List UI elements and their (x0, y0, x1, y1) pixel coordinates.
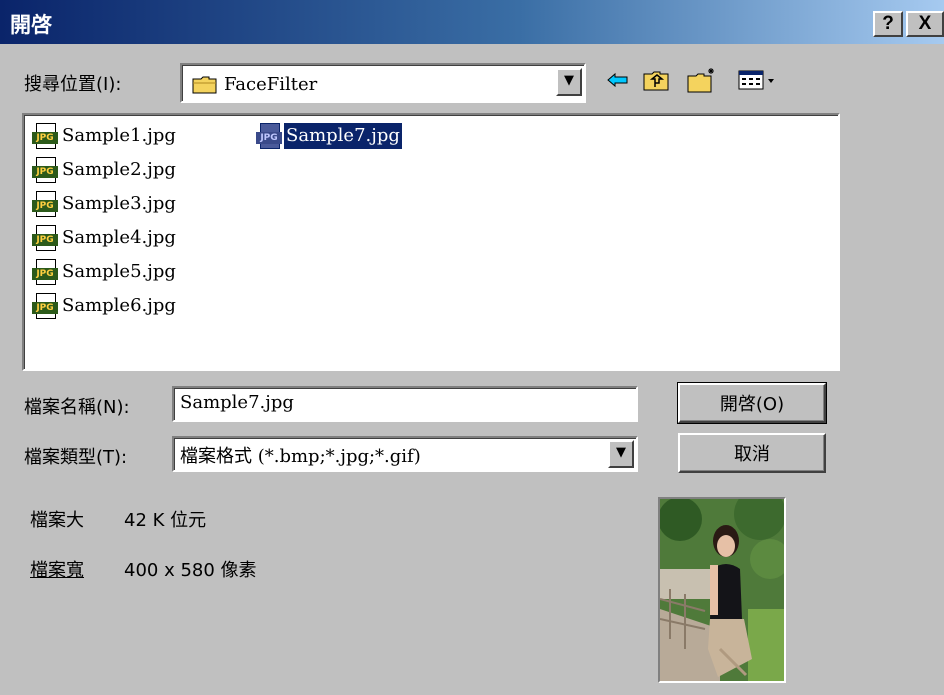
look-in-value: FaceFilter (224, 74, 318, 95)
look-in-dropdown-button[interactable]: ▼ (556, 68, 582, 96)
jpg-file-icon: JPG (32, 293, 58, 319)
new-folder-button[interactable] (684, 65, 720, 95)
open-button[interactable]: 開啓(O) (677, 382, 827, 424)
view-menu-button[interactable] (736, 65, 780, 95)
file-name: Sample3.jpg (62, 193, 176, 214)
title-bar[interactable]: 開啓 ? X (0, 0, 944, 44)
file-name: Sample2.jpg (62, 159, 176, 180)
up-one-level-icon (643, 71, 669, 91)
view-menu-icon (738, 70, 774, 90)
file-item-sample7[interactable]: JPG Sample7.jpg (256, 121, 403, 151)
window-title: 開啓 (10, 13, 52, 37)
cancel-button[interactable]: 取消 (678, 433, 826, 473)
jpg-file-icon: JPG (32, 157, 58, 183)
file-item-sample5[interactable]: JPG Sample5.jpg (32, 257, 178, 287)
back-button[interactable] (604, 65, 632, 95)
dimensions-label: 檔案寬 (30, 560, 84, 581)
file-item-sample2[interactable]: JPG Sample2.jpg (32, 155, 178, 185)
folder-icon (192, 76, 217, 94)
jpg-file-icon: JPG (256, 123, 282, 149)
file-name: Sample5.jpg (62, 261, 176, 282)
file-name: Sample4.jpg (62, 227, 176, 248)
file-item-sample4[interactable]: JPG Sample4.jpg (32, 223, 178, 253)
file-size-value: 42 K 位元 (124, 510, 207, 531)
file-item-sample1[interactable]: JPG Sample1.jpg (32, 121, 178, 151)
jpg-file-icon: JPG (32, 225, 58, 251)
help-button[interactable]: ? (873, 11, 903, 37)
file-type-label: 檔案類型(T): (24, 447, 128, 468)
file-type-dropdown-button[interactable]: ▼ (608, 440, 634, 468)
file-item-sample6[interactable]: JPG Sample6.jpg (32, 291, 178, 321)
dimensions-value: 400 x 580 像素 (124, 560, 257, 581)
file-list[interactable]: JPG Sample1.jpg JPG Sample2.jpg JPG Samp… (22, 113, 840, 371)
close-button[interactable]: X (906, 11, 944, 37)
file-name: Sample1.jpg (62, 125, 176, 146)
file-name: Sample7.jpg (283, 122, 403, 150)
new-folder-icon (687, 68, 714, 93)
look-in-label: 搜尋位置(I): (24, 74, 122, 95)
back-arrow-icon (607, 72, 628, 88)
jpg-file-icon: JPG (32, 123, 58, 149)
photo-thumbnail (660, 499, 784, 681)
file-item-sample3[interactable]: JPG Sample3.jpg (32, 189, 178, 219)
file-type-select[interactable]: 檔案格式 (*.bmp;*.jpg;*.gif) (172, 436, 638, 472)
file-size-label: 檔案大 (30, 510, 84, 531)
up-one-level-button[interactable] (640, 65, 672, 95)
file-name-input[interactable]: Sample7.jpg (172, 386, 638, 422)
file-name-label: 檔案名稱(N): (24, 397, 130, 418)
look-in-dropdown[interactable]: FaceFilter (180, 63, 586, 103)
file-name: Sample6.jpg (62, 295, 176, 316)
image-preview (658, 497, 786, 683)
jpg-file-icon: JPG (32, 191, 58, 217)
jpg-file-icon: JPG (32, 259, 58, 285)
